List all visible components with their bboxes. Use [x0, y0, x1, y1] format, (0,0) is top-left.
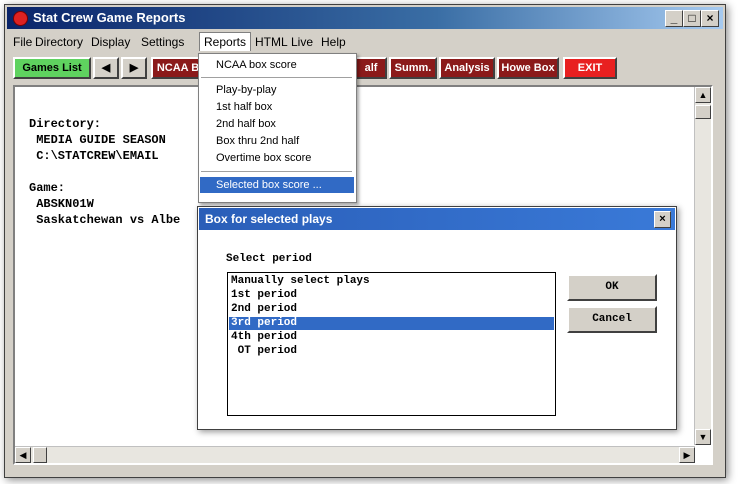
scroll-down-icon[interactable]: ▼	[695, 429, 711, 445]
half-box-button[interactable]: alf	[355, 57, 387, 79]
directory-path: C:\STATCREW\EMAIL	[29, 149, 159, 163]
menu-live[interactable]: Live	[287, 34, 317, 50]
game-teams: Saskatchewan vs Albe	[29, 213, 181, 227]
list-item-2nd-period[interactable]: 2nd period	[229, 303, 554, 316]
title-bar: Stat Crew Game Reports _ □ ×	[7, 7, 723, 29]
scroll-thumb[interactable]	[695, 105, 711, 119]
dialog-title: Box for selected plays	[205, 212, 333, 226]
hscroll-thumb[interactable]	[33, 447, 47, 463]
directory-label: Directory:	[29, 117, 102, 131]
menu-item-1st-half-box[interactable]: 1st half box	[200, 99, 354, 115]
menu-item-2nd-half-box[interactable]: 2nd half box	[200, 116, 354, 132]
menu-html[interactable]: HTML	[251, 34, 292, 50]
summary-button[interactable]: Summ.	[389, 57, 437, 79]
game-label: Game:	[29, 181, 66, 195]
menu-separator	[201, 77, 352, 78]
list-item-manual[interactable]: Manually select plays	[229, 275, 554, 288]
menu-item-box-thru-2nd-half[interactable]: Box thru 2nd half	[200, 133, 354, 149]
howe-box-button[interactable]: Howe Box	[497, 57, 559, 79]
list-item-4th-period[interactable]: 4th period	[229, 331, 554, 344]
analysis-button[interactable]: Analysis	[439, 57, 495, 79]
game-id: ABSKN01W	[29, 197, 94, 211]
menu-item-selected-box-score[interactable]: Selected box score ...	[200, 177, 354, 193]
list-item-ot-period[interactable]: OT period	[229, 345, 554, 358]
ok-button[interactable]: OK	[567, 274, 657, 301]
games-list-button[interactable]: Games List	[13, 57, 91, 79]
dialog-title-bar: Box for selected plays ×	[199, 208, 675, 230]
scroll-left-icon[interactable]: ◀	[15, 447, 31, 463]
menu-help[interactable]: Help	[317, 34, 350, 50]
selected-plays-dialog: Box for selected plays × Select period M…	[197, 206, 677, 430]
menu-item-ncaa-box-score[interactable]: NCAA box score	[200, 57, 354, 73]
prev-game-button[interactable]: ◀	[93, 57, 119, 79]
reports-menu-dropdown: NCAA box score Play-by-play 1st half box…	[198, 53, 357, 203]
scroll-right-icon[interactable]: ▶	[679, 447, 695, 463]
select-period-label: Select period	[226, 253, 312, 265]
vertical-scrollbar[interactable]: ▲ ▼	[694, 87, 711, 445]
window-title: Stat Crew Game Reports	[33, 10, 186, 25]
directory-name: MEDIA GUIDE SEASON	[29, 133, 166, 147]
menu-separator	[201, 171, 352, 172]
dialog-close-icon[interactable]: ×	[654, 211, 671, 228]
menu-directory[interactable]: Directory	[31, 34, 87, 50]
close-button[interactable]: ×	[701, 10, 719, 27]
period-listbox[interactable]: Manually select plays 1st period 2nd per…	[227, 272, 556, 416]
list-item-3rd-period[interactable]: 3rd period	[229, 317, 554, 330]
cancel-button[interactable]: Cancel	[567, 306, 657, 333]
horizontal-scrollbar[interactable]: ◀ ▶	[15, 446, 695, 463]
scroll-up-icon[interactable]: ▲	[695, 87, 711, 103]
menu-reports[interactable]: Reports	[199, 32, 252, 51]
next-game-button[interactable]: ▶	[121, 57, 147, 79]
exit-button[interactable]: EXIT	[563, 57, 617, 79]
maximize-button[interactable]: □	[683, 10, 701, 27]
menu-item-overtime-box-score[interactable]: Overtime box score	[200, 150, 354, 166]
menu-bar: File Directory Display Settings Reports …	[7, 32, 723, 52]
minimize-button[interactable]: _	[665, 10, 683, 27]
menu-item-play-by-play[interactable]: Play-by-play	[200, 82, 354, 98]
list-item-1st-period[interactable]: 1st period	[229, 289, 554, 302]
menu-settings[interactable]: Settings	[137, 34, 188, 50]
menu-display[interactable]: Display	[87, 34, 134, 50]
app-icon	[13, 11, 28, 26]
ncaa-box-button[interactable]: NCAA B	[151, 57, 205, 79]
toolbar: Games List ◀ ▶ NCAA B alf Summ. Analysis…	[13, 57, 713, 79]
